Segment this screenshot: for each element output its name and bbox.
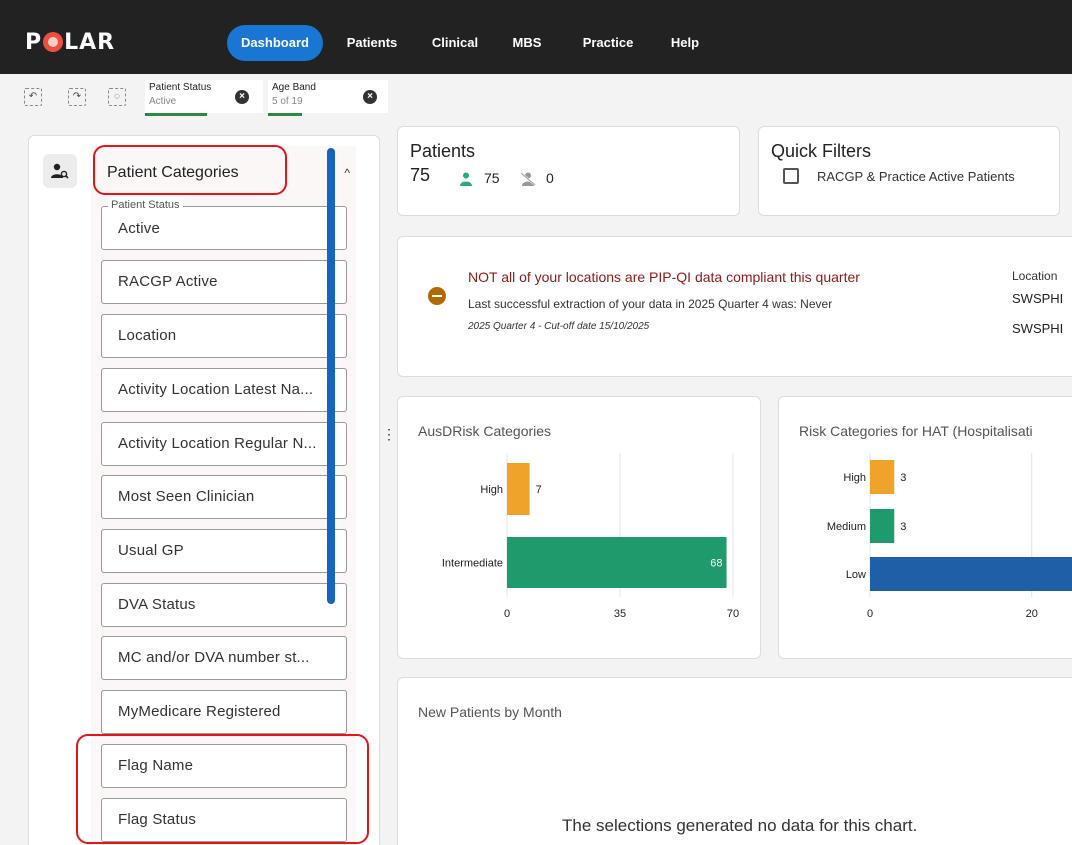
location-value: SWSPHI <box>1012 321 1064 336</box>
redo-selection-icon[interactable]: ↷ <box>68 88 86 106</box>
field-racgp-active[interactable]: RACGP Active <box>101 260 347 304</box>
active-patient-icon <box>460 172 472 186</box>
panel-resize-handle[interactable]: ⋮ <box>382 427 396 454</box>
quick-filter-label[interactable]: RACGP & Practice Active Patients <box>817 169 1015 184</box>
cutoff-date: 2025 Quarter 4 - Cut-off date 15/10/2025 <box>468 321 650 332</box>
selection-progress-bar <box>145 113 207 116</box>
patient-search-icon[interactable] <box>43 154 77 188</box>
category-label: Low <box>846 569 866 581</box>
field-mc-dva-number-status[interactable]: MC and/or DVA number st... <box>101 636 347 680</box>
bar <box>870 509 895 543</box>
bar <box>507 537 727 588</box>
data-label: 7 <box>536 484 542 496</box>
polar-logo[interactable]: P LAR <box>25 28 115 56</box>
racgp-active-checkbox[interactable] <box>783 168 799 184</box>
field-most-seen-clinician[interactable]: Most Seen Clinician <box>101 475 347 519</box>
nav-patients[interactable]: Patients <box>336 25 408 61</box>
inactive-patient-icon <box>520 172 536 186</box>
nav-clinical[interactable]: Clinical <box>422 25 488 61</box>
filter-chip-value: Active <box>149 96 177 107</box>
chevron-up-icon[interactable]: ^ <box>344 166 350 180</box>
patient-total: 75 <box>410 165 431 185</box>
bar <box>870 460 895 494</box>
quick-filters-card: Quick Filters RACGP & Practice Active Pa… <box>758 126 1060 216</box>
field-location[interactable]: Location <box>101 314 347 358</box>
inactive-patient-count: 0 <box>546 170 554 186</box>
field-label: RACGP Active <box>118 273 218 290</box>
x-tick-label: 0 <box>504 608 510 620</box>
highlight-outline-flags <box>76 734 369 844</box>
selections-bar: ↶ ↷ ◌ Patient Status Active × Age Band 5… <box>0 74 1072 120</box>
card-title: Patients <box>410 141 476 161</box>
ausdrisk-bar-chart[interactable]: 0 35 70 High 7 Intermediate 68 <box>398 397 761 659</box>
bar <box>870 557 1072 591</box>
active-patient-count: 75 <box>484 170 500 186</box>
field-mymedicare-registered[interactable]: MyMedicare Registered <box>101 690 347 734</box>
field-dva-status[interactable]: DVA Status <box>101 583 347 627</box>
x-tick-label: 20 <box>1026 608 1038 620</box>
category-label: High <box>480 484 503 496</box>
compliance-card: NOT all of your locations are PIP-QI dat… <box>397 236 1072 377</box>
field-label: Location <box>118 327 177 344</box>
extraction-status: Last successful extraction of your data … <box>468 297 833 311</box>
location-value: SWSPHI <box>1012 291 1064 306</box>
card-title: Quick Filters <box>771 141 872 161</box>
nav-practice[interactable]: Practice <box>576 25 640 61</box>
category-label: Intermediate <box>442 558 503 570</box>
location-header: Location <box>1012 269 1058 283</box>
data-label: 3 <box>900 521 906 533</box>
field-patient-status[interactable]: Patient Status Active <box>101 199 347 250</box>
x-tick-label: 70 <box>727 608 739 620</box>
category-label: High <box>843 472 866 484</box>
field-label: DVA Status <box>118 596 196 613</box>
remove-filter-icon[interactable]: × <box>235 90 249 104</box>
field-usual-gp[interactable]: Usual GP <box>101 529 347 573</box>
field-label: Active <box>118 220 161 237</box>
x-tick-label: 35 <box>614 608 626 620</box>
new-patients-card: New Patients by Month The selections gen… <box>397 677 1072 845</box>
undo-selection-icon[interactable]: ↶ <box>24 88 42 106</box>
category-label: Medium <box>827 521 866 533</box>
selection-progress-bar <box>268 113 302 116</box>
filter-chip-value: 5 of 19 <box>272 96 303 107</box>
panel-scrollbar[interactable] <box>327 148 335 604</box>
no-data-message: The selections generated no data for thi… <box>562 816 918 835</box>
field-legend: Patient Status <box>108 199 183 211</box>
field-label: Activity Location Regular N... <box>118 435 317 452</box>
data-label: 68 <box>710 558 722 570</box>
chart-title: New Patients by Month <box>418 704 562 720</box>
x-tick-label: 0 <box>867 608 873 620</box>
nav-help[interactable]: Help <box>666 25 704 61</box>
highlight-outline-category <box>93 145 287 195</box>
patients-card: Patients 75 75 0 <box>397 126 740 216</box>
bar <box>507 463 530 515</box>
compliance-warning: NOT all of your locations are PIP-QI dat… <box>468 269 860 285</box>
nav-mbs[interactable]: MBS <box>505 25 549 61</box>
field-label: MC and/or DVA number st... <box>118 649 310 666</box>
field-activity-location-regular[interactable]: Activity Location Regular N... <box>101 422 347 466</box>
field-label: Activity Location Latest Na... <box>118 381 314 398</box>
clear-selections-icon[interactable]: ◌ <box>108 88 126 106</box>
top-navigation-bar: P LAR Dashboard Patients Clinical MBS Pra… <box>0 0 1072 74</box>
nav-dashboard[interactable]: Dashboard <box>227 25 323 61</box>
filter-chip-age-band[interactable]: Age Band 5 of 19 × <box>268 80 388 116</box>
filter-chip-title: Age Band <box>272 82 316 93</box>
warning-icon <box>428 287 446 305</box>
filter-chip-title: Patient Status <box>149 82 212 93</box>
field-label: Usual GP <box>118 542 184 559</box>
data-label: 3 <box>900 472 906 484</box>
hat-risk-chart-card: Risk Categories for HAT (Hospitalisati 0… <box>778 396 1072 659</box>
field-activity-location-latest[interactable]: Activity Location Latest Na... <box>101 368 347 412</box>
filter-chip-patient-status[interactable]: Patient Status Active × <box>145 80 263 116</box>
field-label: MyMedicare Registered <box>118 703 281 720</box>
remove-filter-icon[interactable]: × <box>363 90 377 104</box>
field-label: Most Seen Clinician <box>118 488 255 505</box>
ausdrisk-chart-card: AusDRisk Categories 0 35 70 High 7 Intermedia… <box>397 396 761 659</box>
hat-risk-bar-chart[interactable]: 0 20 High 3 Medium 3 Low <box>779 397 1072 659</box>
